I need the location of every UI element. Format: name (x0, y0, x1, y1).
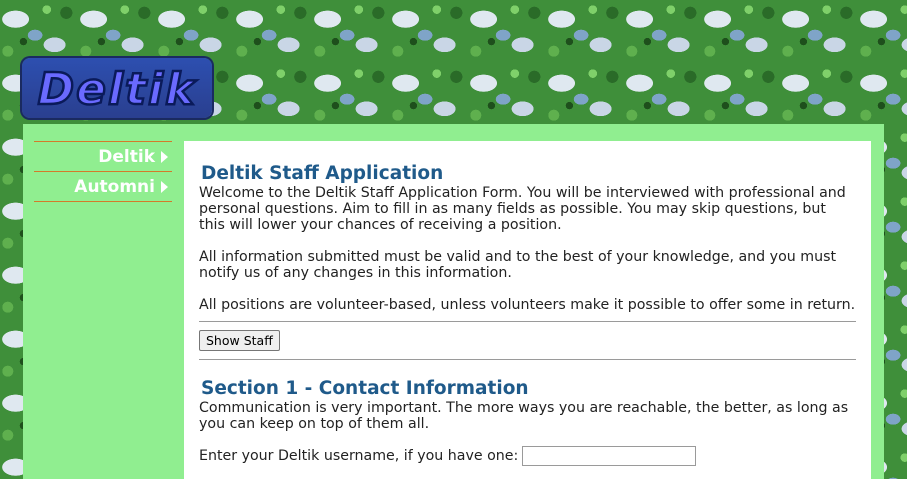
arrow-right-icon (161, 180, 168, 193)
username-label: Enter your Deltik username, if you have … (199, 448, 519, 464)
divider (199, 321, 856, 322)
show-staff-button[interactable]: Show Staff (199, 330, 280, 351)
sidebar-item-deltik[interactable]: Deltik (34, 142, 172, 172)
deltik-logo[interactable]: Deltik (22, 58, 212, 118)
valid-info-text: All information submitted must be valid … (199, 249, 837, 281)
page-title: Deltik Staff Application (201, 163, 444, 184)
volunteer-text: All positions are volunteer-based, unles… (199, 297, 856, 313)
intro-text: Welcome to the Deltik Staff Application … (199, 185, 846, 233)
username-row: Enter your Deltik username, if you have … (199, 446, 856, 466)
section-title: Section 1 - Contact Information (201, 378, 529, 399)
sidebar-item-label: Automni (74, 176, 155, 197)
main-content: Deltik Staff Application Welcome to the … (184, 141, 871, 479)
page-container: Deltik Automni Deltik Staff Application … (23, 124, 884, 479)
sidebar: Deltik Automni (34, 141, 172, 202)
username-input[interactable] (522, 446, 697, 466)
sidebar-item-label: Deltik (98, 146, 155, 167)
svg-text:Deltik: Deltik (38, 64, 198, 114)
arrow-right-icon (161, 150, 168, 163)
section-description: Communication is very important. The mor… (199, 400, 849, 432)
sidebar-item-automni[interactable]: Automni (34, 172, 172, 202)
divider (199, 359, 856, 360)
